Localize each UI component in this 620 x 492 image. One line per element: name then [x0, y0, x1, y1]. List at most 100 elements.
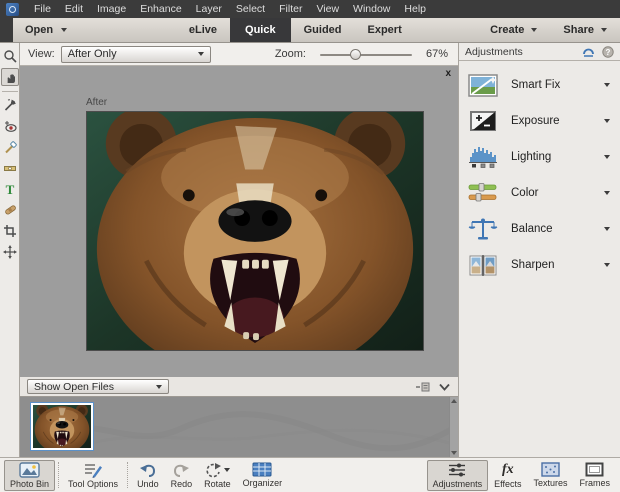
- adjustment-sharpen[interactable]: Sharpen: [459, 247, 620, 283]
- show-open-files-dropdown[interactable]: Show Open Files: [27, 379, 169, 394]
- create-menu-button[interactable]: Create: [477, 18, 550, 42]
- zoom-percent-value: 67%: [425, 48, 448, 60]
- bear-photo: [87, 112, 423, 350]
- organizer-icon: [252, 462, 272, 477]
- menu-window[interactable]: Window: [346, 0, 397, 18]
- zoom-tool[interactable]: [1, 47, 19, 65]
- menu-enhance[interactable]: Enhance: [133, 0, 188, 18]
- color-icon: [468, 183, 497, 202]
- photo-bin-icon: [19, 461, 40, 478]
- menu-filter[interactable]: Filter: [272, 0, 309, 18]
- textures-tab-button[interactable]: Textures: [527, 460, 573, 491]
- share-menu-button[interactable]: Share: [550, 18, 620, 42]
- adjustment-color[interactable]: Color: [459, 175, 620, 211]
- chevron-down-icon[interactable]: [604, 227, 610, 231]
- bin-scrollbar[interactable]: [449, 397, 458, 457]
- redo-button[interactable]: Redo: [165, 460, 199, 491]
- spot-healing-tool[interactable]: [1, 201, 19, 219]
- menu-view[interactable]: View: [309, 0, 346, 18]
- tool-divider: [1, 91, 18, 92]
- rotate-dropdown-icon[interactable]: [224, 467, 231, 472]
- hand-tool[interactable]: [0, 68, 19, 86]
- red-eye-tool[interactable]: [1, 117, 19, 135]
- menu-help[interactable]: Help: [397, 0, 433, 18]
- chevron-down-icon[interactable]: [604, 155, 610, 159]
- redo-icon: [174, 464, 190, 477]
- menu-select[interactable]: Select: [229, 0, 272, 18]
- effects-tab-button[interactable]: fx Effects: [488, 460, 527, 491]
- tool-column: T: [0, 43, 20, 457]
- chevron-down-icon: [531, 28, 538, 32]
- open-button-label: Open: [25, 24, 54, 36]
- chevron-down-icon[interactable]: [604, 83, 610, 87]
- menu-image[interactable]: Image: [90, 0, 133, 18]
- adjustment-lighting[interactable]: Lighting: [459, 139, 620, 175]
- adjustment-balance[interactable]: Balance: [459, 211, 620, 247]
- tab-guided[interactable]: Guided: [291, 18, 355, 42]
- type-T-icon: T: [5, 182, 14, 196]
- whiten-teeth-tool[interactable]: [1, 138, 19, 156]
- reset-panel-icon[interactable]: [581, 46, 596, 58]
- task-bar: Photo Bin Tool Options Undo Redo Rotate …: [0, 457, 620, 492]
- menu-file[interactable]: File: [27, 0, 58, 18]
- adjustments-sliders-icon: [449, 463, 466, 476]
- smart-fix-icon: [468, 73, 498, 97]
- move-arrows-icon: [2, 245, 17, 259]
- tab-expert[interactable]: Expert: [355, 18, 415, 42]
- chevron-down-icon: [197, 52, 204, 56]
- chevron-down-icon[interactable]: [604, 263, 610, 267]
- open-button[interactable]: Open: [13, 18, 79, 42]
- straighten-tool[interactable]: [1, 159, 19, 177]
- tab-quick[interactable]: Quick: [230, 18, 291, 42]
- adjustment-exposure[interactable]: Exposure: [459, 103, 620, 139]
- photo-bin-bar: Show Open Files: [20, 377, 458, 397]
- close-icon[interactable]: x: [445, 69, 451, 79]
- task-button-label: Tool Options: [68, 478, 119, 489]
- tool-options-button[interactable]: Tool Options: [62, 460, 124, 491]
- zoom-slider[interactable]: [320, 48, 412, 60]
- adjustment-label: Exposure: [511, 115, 560, 127]
- move-tool[interactable]: [1, 243, 19, 261]
- effects-icon: fx: [501, 461, 514, 477]
- hand-icon: [7, 74, 15, 83]
- task-button-label: Rotate: [204, 478, 231, 489]
- zoom-slider-handle[interactable]: [350, 48, 362, 60]
- taskbar-separator: [58, 462, 60, 488]
- photo-bin-button[interactable]: Photo Bin: [4, 459, 56, 491]
- chevron-down-icon[interactable]: [604, 119, 610, 123]
- crop-tool[interactable]: [1, 222, 19, 240]
- frames-tab-button[interactable]: Frames: [573, 460, 616, 491]
- menu-edit[interactable]: Edit: [58, 0, 90, 18]
- chevron-down-icon: [156, 384, 162, 389]
- photo-image[interactable]: [86, 111, 424, 351]
- exposure-icon: [470, 111, 496, 131]
- adjustment-label: Balance: [511, 223, 553, 235]
- rotate-button[interactable]: Rotate: [198, 460, 237, 491]
- scroll-up-icon[interactable]: [451, 399, 457, 403]
- scroll-down-icon[interactable]: [451, 451, 457, 455]
- photo-bin-thumbnail[interactable]: [30, 402, 94, 451]
- view-label: View:: [28, 48, 55, 60]
- adjustment-label: Color: [511, 187, 539, 199]
- quick-selection-tool[interactable]: [1, 96, 19, 114]
- undo-button[interactable]: Undo: [131, 460, 165, 491]
- type-tool[interactable]: T: [1, 180, 19, 198]
- bin-dropdown-value: Show Open Files: [34, 380, 114, 393]
- organizer-button[interactable]: Organizer: [237, 460, 289, 491]
- collapse-chevron-icon[interactable]: [439, 383, 450, 391]
- task-button-label: Frames: [579, 478, 610, 488]
- adjustments-tab-button[interactable]: Adjustments: [426, 459, 489, 491]
- adjustment-smart-fix[interactable]: Smart Fix: [459, 67, 620, 103]
- adjustment-label: Lighting: [511, 151, 552, 163]
- view-dropdown[interactable]: After Only: [60, 45, 211, 63]
- help-icon[interactable]: ?: [602, 45, 614, 58]
- tool-options-icon: [85, 463, 103, 478]
- tab-elive[interactable]: eLive: [176, 18, 230, 42]
- photo-bin: [20, 397, 458, 457]
- task-button-label: Adjustments: [432, 478, 483, 489]
- sharpen-icon: [469, 254, 497, 276]
- zoom-label: Zoom:: [274, 48, 306, 60]
- chevron-down-icon[interactable]: [604, 191, 610, 195]
- menu-layer[interactable]: Layer: [189, 0, 229, 18]
- bin-menu-icon[interactable]: [416, 382, 430, 392]
